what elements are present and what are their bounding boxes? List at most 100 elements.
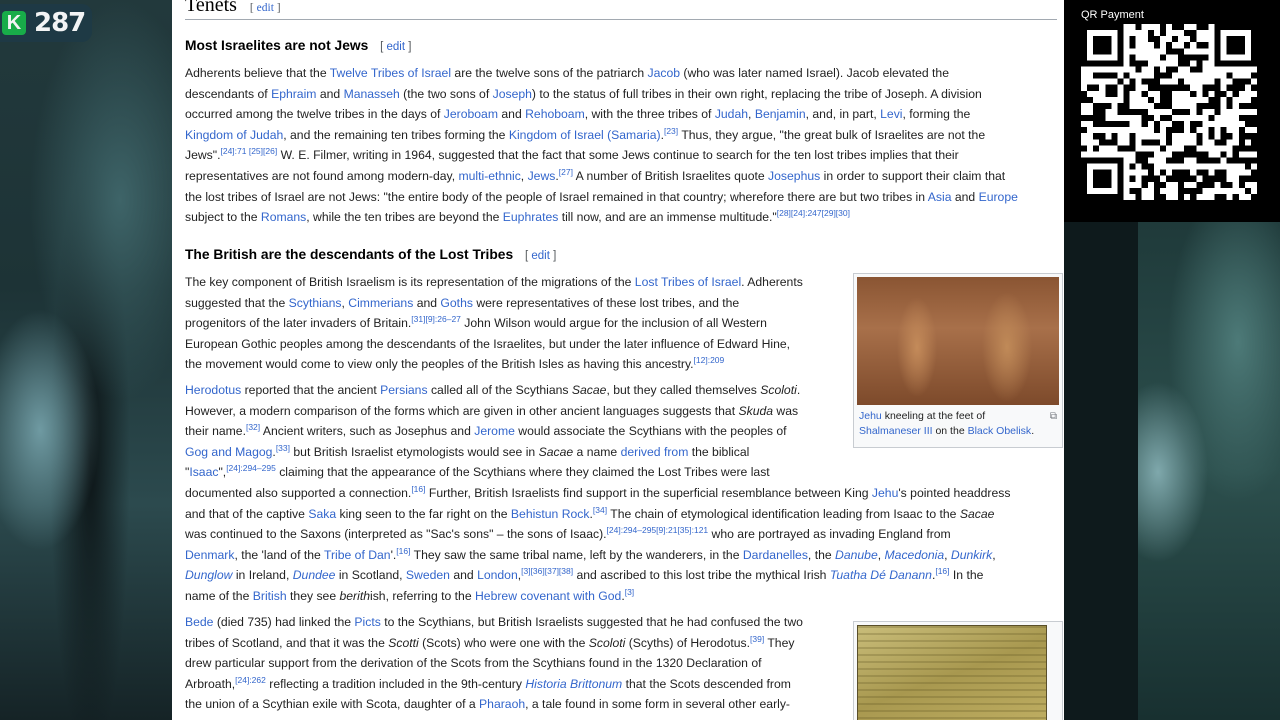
text-line: descendants of Ephraim and Manasseh (the…	[185, 86, 982, 101]
italic-term: Sacae	[959, 506, 995, 521]
wiki-link[interactable]: multi-ethnic	[458, 169, 520, 183]
wiki-link[interactable]: Benjamin	[755, 107, 806, 121]
text-line: "Isaac",[24]:294–295 claiming that the a…	[185, 463, 770, 480]
citation-link[interactable]: [16]	[411, 484, 425, 494]
wiki-link[interactable]: Josephus	[768, 169, 820, 183]
wiki-link[interactable]: Behistun Rock	[511, 507, 590, 521]
edit-link-israelites[interactable]: [ edit ]	[380, 41, 411, 53]
citation-link[interactable]: [24]:294–295[9]:21[35]:121	[607, 525, 709, 535]
subheading-israelites: Most Israelites are not Jews [ edit ]	[185, 36, 411, 58]
wiki-link[interactable]: Romans	[261, 210, 306, 224]
wiki-link[interactable]: Gog and Magog	[185, 445, 272, 459]
text-line: Arbroath,[24]:262 reflecting a tradition…	[185, 674, 791, 691]
wiki-link[interactable]: Asia	[928, 190, 952, 204]
italic-term: Scoloti	[588, 635, 626, 650]
wiki-link[interactable]: Isaac	[189, 465, 218, 479]
citation-link[interactable]: [24]:262	[235, 675, 266, 685]
wiki-link[interactable]: Picts	[354, 615, 380, 629]
wiki-link[interactable]: Ephraim	[271, 87, 316, 101]
declaration-of-arbroath-image[interactable]	[857, 625, 1047, 720]
wiki-link[interactable]: Denmark	[185, 548, 234, 562]
italic-term: Sacae	[571, 383, 607, 397]
wiki-link[interactable]: Persians	[380, 383, 427, 397]
citation-link[interactable]: [3]	[625, 587, 634, 597]
wiki-link[interactable]: Twelve Tribes of Israel	[330, 66, 451, 80]
background-right-scene	[1138, 222, 1280, 720]
wiki-link[interactable]: Kingdom of Judah	[185, 128, 283, 142]
wiki-link[interactable]: Euphrates	[503, 210, 559, 224]
wiki-link[interactable]: Levi	[880, 107, 902, 121]
citation-link[interactable]: [16]	[935, 566, 949, 576]
wiki-link[interactable]: Europe	[979, 190, 1018, 204]
edit-link-tenets[interactable]: [ edit ]	[250, 2, 281, 14]
wiki-link[interactable]: Jerome	[474, 424, 515, 438]
wiki-link[interactable]: Pharaoh	[479, 697, 525, 711]
wiki-link[interactable]: Goths	[440, 296, 473, 310]
wiki-link[interactable]: Cimmerians	[348, 296, 413, 310]
wiki-link[interactable]: Dardanelles	[743, 548, 808, 562]
wiki-link[interactable]: Sweden	[406, 568, 450, 582]
wiki-link[interactable]: London	[477, 568, 518, 582]
wiki-link[interactable]: Tuatha Dé Danann	[830, 568, 932, 582]
citation-link[interactable]: [31][9]:26–27	[411, 314, 461, 324]
edit-link-text[interactable]: edit	[531, 250, 550, 262]
wiki-link[interactable]: Jeroboam	[444, 107, 498, 121]
wiki-link[interactable]: Jacob	[648, 66, 681, 80]
text-line: Kingdom of Judah, and the remaining ten …	[185, 125, 986, 142]
wiki-link[interactable]: Manasseh	[344, 87, 400, 101]
wiki-link[interactable]: British	[253, 589, 287, 603]
citation-link[interactable]: [28][24]:247[29][30]	[777, 208, 850, 218]
text-line: Adherents believe that the Twelve Tribes…	[185, 66, 949, 80]
wiki-link[interactable]: Bede	[185, 615, 213, 629]
citation-link[interactable]: [33]	[276, 443, 290, 453]
citation-link[interactable]: [27]	[559, 167, 573, 177]
wiki-link[interactable]: Dunglow	[185, 568, 232, 582]
wiki-link[interactable]: Macedonia	[885, 548, 945, 562]
wiki-link[interactable]: Dundee	[293, 568, 336, 582]
figure-caption-text: Jehu kneeling at the feet of Shalmaneser…	[859, 410, 1035, 437]
figure-caption: ⧉ Jehu kneeling at the feet of Shalmanes…	[857, 405, 1059, 439]
text-line: and that of the captive Saka king seen t…	[185, 504, 995, 521]
citation-link[interactable]: [16]	[396, 546, 410, 556]
citation-link[interactable]: [32]	[246, 422, 260, 432]
qr-code-icon	[1081, 24, 1257, 200]
wiki-article: Tenets [ edit ] Most Israelites are not …	[172, 0, 1064, 720]
text-line: the union of a Scythian exile with Scota…	[185, 697, 790, 712]
enlarge-icon[interactable]: ⧉	[1050, 409, 1057, 424]
edit-link-british[interactable]: [ edit ]	[525, 250, 556, 262]
score-value: 287	[34, 8, 86, 38]
wiki-link[interactable]: Judah	[715, 107, 748, 121]
citation-link[interactable]: [39]	[750, 634, 764, 644]
text-line: Bede (died 735) had linked the Picts to …	[185, 615, 803, 629]
citation-link[interactable]: [24]:71 [25][26]	[220, 146, 277, 156]
wiki-link[interactable]: Historia Brittonum	[525, 677, 622, 691]
wiki-link[interactable]: Rehoboam	[525, 107, 585, 121]
citation-link[interactable]: [34]	[593, 505, 607, 515]
subheading-israelites-title: Most Israelites are not Jews	[185, 38, 369, 53]
edit-link-text[interactable]: edit	[257, 2, 274, 14]
wiki-link[interactable]: derived from	[621, 445, 689, 459]
text-line: occurred among the twelve tribes in the …	[185, 107, 971, 122]
citation-link[interactable]: [3][36][37][38]	[521, 566, 573, 576]
wiki-link[interactable]: Shalmaneser III	[859, 425, 933, 437]
edit-link-text[interactable]: edit	[387, 41, 406, 53]
wiki-link[interactable]: Kingdom of Israel (Samaria)	[509, 128, 661, 142]
wiki-link[interactable]: Jews	[528, 169, 556, 183]
citation-link[interactable]: [24]:294–295	[226, 463, 276, 473]
wiki-link[interactable]: Dunkirk	[951, 548, 992, 562]
wiki-link[interactable]: Hebrew covenant with God	[475, 589, 621, 603]
wiki-link[interactable]: Lost Tribes of Israel	[635, 275, 741, 289]
black-obelisk-image[interactable]	[857, 277, 1059, 405]
wiki-link[interactable]: Saka	[308, 507, 336, 521]
wiki-link[interactable]: Scythians	[289, 296, 342, 310]
wiki-link[interactable]: Joseph	[493, 87, 532, 101]
wiki-link[interactable]: Herodotus	[185, 383, 241, 397]
citation-link[interactable]: [23]	[664, 126, 678, 136]
wiki-link[interactable]: Tribe of Dan	[324, 548, 391, 562]
wiki-link[interactable]: Black Obelisk	[968, 425, 1032, 437]
wiki-link[interactable]: Danube	[835, 548, 878, 562]
subheading-british-title: The British are the descendants of the L…	[185, 247, 514, 262]
wiki-link[interactable]: Jehu	[872, 486, 898, 500]
wiki-link[interactable]: Jehu	[859, 410, 882, 422]
citation-link[interactable]: [12]:209	[694, 355, 725, 365]
